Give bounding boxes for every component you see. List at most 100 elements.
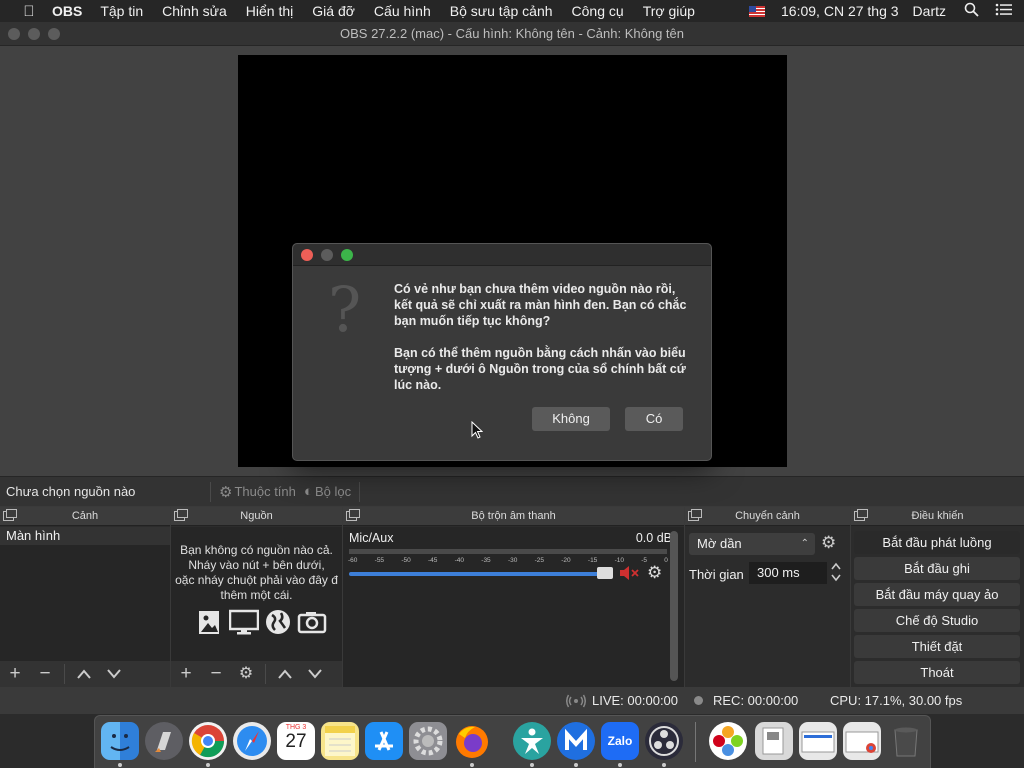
duration-input[interactable]: 300 ms: [749, 562, 827, 584]
notes-icon[interactable]: [321, 722, 359, 760]
menu-user[interactable]: Dartz: [913, 3, 946, 19]
calendar-icon[interactable]: THG 3 27: [277, 722, 315, 760]
menu-file[interactable]: Tập tin: [100, 3, 143, 19]
volume-fader-knob[interactable]: [597, 567, 613, 579]
remove-source-button[interactable]: −: [201, 661, 231, 687]
muted-speaker-icon[interactable]: [619, 565, 641, 581]
transitions-dock: Chuyển cảnh Mờ dần ⌃ ⚙ Thời gian 300 ms: [685, 507, 850, 687]
running-indicator: [470, 763, 474, 767]
meter-tick: -25: [534, 557, 544, 564]
screenshot-thumbnail-icon[interactable]: [799, 722, 837, 760]
launchpad-icon[interactable]: [145, 722, 183, 760]
trash-icon[interactable]: [887, 722, 925, 760]
menu-app-obs[interactable]: OBS: [52, 3, 82, 19]
meter-tick: 0: [664, 557, 668, 564]
spotlight-search-icon[interactable]: [960, 2, 982, 21]
source-type-icons: [195, 608, 327, 636]
move-scene-up-button[interactable]: [69, 661, 99, 687]
dock-float-icon[interactable]: [346, 509, 360, 521]
dock-separator: [695, 722, 696, 762]
menu-clock[interactable]: 16:09, CN 27 thg 3: [781, 3, 899, 19]
meter-tick: -45: [427, 557, 438, 564]
add-source-button[interactable]: +: [171, 661, 201, 687]
camera-icon: [297, 612, 327, 634]
source-properties-gear-icon[interactable]: ⚙: [231, 661, 261, 687]
document-stack-icon[interactable]: [755, 722, 793, 760]
dock-float-icon[interactable]: [174, 509, 188, 521]
settings-button[interactable]: Thiết đặt: [854, 635, 1020, 658]
gear-icon: ⚙: [219, 483, 233, 501]
malwarebytes-icon[interactable]: [557, 722, 595, 760]
remove-scene-button[interactable]: −: [30, 661, 60, 687]
cpu-status: CPU: 17.1%, 30.00 fps: [830, 693, 963, 708]
menu-help[interactable]: Trợ giúp: [643, 3, 695, 19]
dock-float-icon[interactable]: [854, 509, 868, 521]
menu-edit[interactable]: Chỉnh sửa: [162, 3, 227, 19]
start-virtual-camera-button[interactable]: Bắt đầu máy quay ảo: [854, 583, 1020, 606]
running-indicator: [530, 763, 534, 767]
move-source-down-button[interactable]: [300, 661, 330, 687]
obs-icon[interactable]: [645, 722, 683, 760]
meter-tick: -20: [561, 557, 571, 564]
finder-icon[interactable]: [101, 722, 139, 760]
menu-scene-collection[interactable]: Bộ sưu tập cảnh: [450, 3, 553, 19]
mixer-gear-icon[interactable]: ⚙: [647, 563, 662, 583]
filters-label: Bộ lọc: [314, 484, 352, 499]
app-store-icon[interactable]: [365, 722, 403, 760]
dialog-zoom-button[interactable]: [341, 249, 353, 261]
menu-view[interactable]: Hiển thị: [246, 3, 293, 19]
dialog-message-paragraph: Có vẻ như bạn chưa thêm video nguồn nào …: [394, 282, 687, 328]
menu-tools[interactable]: Công cụ: [572, 3, 624, 19]
properties-button[interactable]: ⚙ Thuộc tính: [219, 483, 296, 501]
menu-profile[interactable]: Cấu hình: [374, 3, 431, 19]
start-streaming-button[interactable]: Bắt đầu phát luồng: [854, 531, 1020, 554]
scenes-dock: Cảnh Màn hình + −: [0, 507, 170, 687]
filters-button[interactable]: ◐ Bộ lọc: [304, 483, 351, 500]
transition-selected-value: Mờ dần: [697, 536, 742, 551]
yes-button[interactable]: Có: [625, 407, 683, 431]
no-source-selected-label: Chưa chọn nguồn nào: [6, 484, 136, 499]
firefox-icon[interactable]: [453, 722, 491, 760]
transition-gear-icon[interactable]: ⚙: [821, 533, 836, 553]
chevron-updown-icon: ⌃: [800, 538, 809, 549]
move-scene-down-button[interactable]: [99, 661, 129, 687]
system-preferences-icon[interactable]: [409, 722, 447, 760]
mixer-scrollbar[interactable]: [670, 531, 678, 681]
running-indicator: [574, 763, 578, 767]
add-scene-button[interactable]: +: [0, 661, 30, 687]
duration-stepper[interactable]: [829, 561, 843, 585]
browser-source-icon: [266, 610, 290, 634]
no-button[interactable]: Không: [532, 407, 610, 431]
studio-mode-button[interactable]: Chế độ Studio: [854, 609, 1020, 632]
apple-icon[interactable]: : [18, 3, 40, 20]
calendar-month: THG 3: [285, 724, 307, 731]
safari-icon[interactable]: [233, 722, 271, 760]
chrome-download-icon[interactable]: [843, 722, 881, 760]
scenes-title: Cảnh: [71, 510, 99, 522]
dock-float-icon[interactable]: [688, 509, 702, 521]
volume-fader-track[interactable]: [349, 572, 609, 576]
controls-dock-header: Điều khiển: [851, 507, 1024, 526]
photos-icon[interactable]: [709, 722, 747, 760]
zalo-icon[interactable]: Zalo: [601, 722, 639, 760]
meter-tick: -40: [454, 557, 465, 564]
live-timer: LIVE: 00:00:00: [592, 693, 679, 708]
filter-icon: ◐: [303, 483, 313, 500]
transitions-body: Mờ dần ⌃ ⚙ Thời gian 300 ms: [685, 527, 850, 687]
control-center-icon[interactable]: [992, 3, 1014, 20]
dialog-close-button[interactable]: [301, 249, 313, 261]
macos-dock: THG 3 27 Zalo: [94, 715, 931, 768]
exit-button[interactable]: Thoát: [854, 661, 1020, 684]
dock-float-icon[interactable]: [3, 509, 17, 521]
toolbar-divider: [359, 481, 361, 502]
transition-select[interactable]: Mờ dần ⌃: [689, 533, 815, 555]
move-source-up-button[interactable]: [270, 661, 300, 687]
teamviewer-icon[interactable]: [513, 722, 551, 760]
us-flag-icon[interactable]: [749, 5, 766, 17]
menu-docks[interactable]: Giá đỡ: [312, 3, 355, 19]
hint-line: Bạn không có nguồn nào cả.: [180, 543, 333, 557]
volume-meter: [349, 549, 667, 554]
scene-item[interactable]: Màn hình: [0, 527, 170, 545]
start-recording-button[interactable]: Bắt đầu ghi: [854, 557, 1020, 580]
chrome-icon[interactable]: [189, 722, 227, 760]
